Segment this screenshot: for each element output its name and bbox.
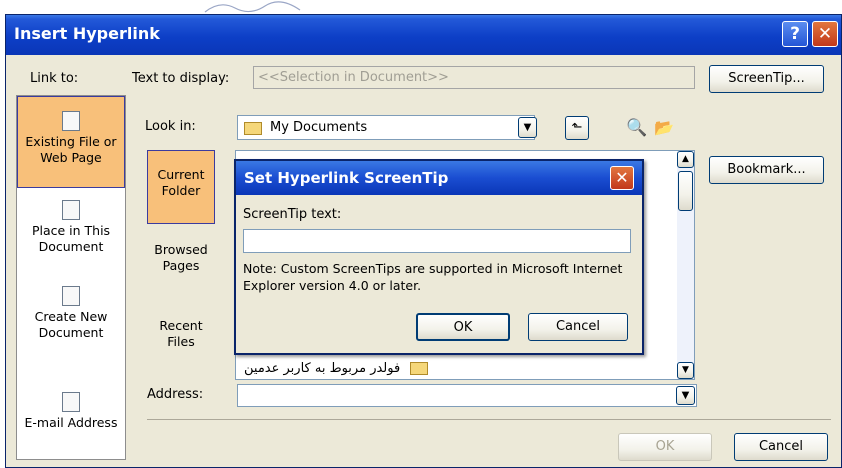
link-to-label: Link to: [30, 71, 79, 86]
chevron-down-icon: ▼ [523, 122, 532, 133]
folder-icon [244, 121, 268, 136]
new-document-icon [62, 286, 80, 306]
close-icon: ✕ [817, 24, 833, 44]
scroll-thumb[interactable] [678, 171, 693, 211]
scroll-down-button[interactable]: ▼ [677, 362, 694, 379]
browse-web-button[interactable]: 🔍 [625, 116, 649, 140]
bookmark-button[interactable]: Bookmark... [709, 156, 824, 184]
look-in-dropdown-button[interactable]: ▼ [518, 117, 537, 138]
help-button[interactable]: ? [782, 21, 808, 47]
screentip-dialog: Set Hyperlink ScreenTip ✕ ScreenTip text… [234, 159, 644, 355]
browse-web-icon: 🔍 [626, 118, 648, 138]
document-globe-icon [62, 111, 80, 131]
cancel-button[interactable]: Cancel [734, 433, 828, 461]
screentip-close-button[interactable]: ✕ [610, 166, 634, 190]
look-in-combo[interactable]: My Documents [237, 115, 535, 140]
link-to-place-label: Place in This Document [31, 223, 111, 254]
list-item[interactable]: فولدر مربوط به کاربر عدمين [244, 361, 664, 379]
list-item-label: فولدر مربوط به کاربر عدمين [244, 361, 401, 376]
browse-recent-files[interactable]: Recent Files [147, 318, 215, 358]
separator [147, 419, 831, 420]
address-dropdown-button[interactable]: ▼ [676, 386, 695, 405]
screentip-field-label: ScreenTip text: [243, 207, 342, 222]
folder-icon [410, 362, 429, 375]
screentip-ok-button[interactable]: OK [416, 313, 510, 341]
close-button[interactable]: ✕ [812, 21, 838, 47]
look-in-value: My Documents [270, 120, 368, 135]
link-to-bar: Existing File or Web Page Place in This … [16, 95, 126, 460]
chevron-down-icon: ▼ [681, 390, 690, 401]
open-folder-icon: 📂 [654, 118, 674, 137]
address-label: Address: [147, 387, 204, 402]
screentip-button[interactable]: ScreenTip... [709, 65, 824, 93]
scroll-up-button[interactable]: ▲ [677, 151, 694, 168]
link-to-create-label: Create New Document [34, 309, 108, 340]
link-to-place-in-document[interactable]: Place in This Document [17, 200, 125, 270]
text-to-display-value: <<Selection in Document>> [258, 70, 449, 85]
browsed-pages-label: Browsed Pages [154, 242, 208, 273]
current-folder-label: Current Folder [157, 167, 205, 198]
file-list-scrollbar[interactable]: ▲ ▼ [677, 151, 694, 379]
look-in-label: Look in: [145, 119, 196, 134]
browse-current-folder[interactable]: Current Folder [147, 150, 215, 224]
text-to-display-field[interactable]: <<Selection in Document>> [253, 66, 695, 89]
close-icon: ✕ [615, 168, 629, 187]
email-icon [62, 392, 80, 412]
browse-bar: Current Folder Browsed Pages Recent File… [147, 150, 215, 350]
link-to-existing-file[interactable]: Existing File or Web Page [17, 96, 125, 188]
scribble-decoration [204, 1, 301, 13]
link-to-existing-label: Existing File or Web Page [25, 134, 117, 165]
document-place-icon [62, 200, 80, 220]
address-field[interactable] [237, 384, 697, 407]
question-icon: ? [790, 24, 800, 44]
browse-browsed-pages[interactable]: Browsed Pages [147, 242, 215, 282]
up-one-folder-button[interactable]: ⬑ [565, 116, 589, 140]
screentip-cancel-button[interactable]: Cancel [528, 313, 628, 341]
screentip-title-bar: Set Hyperlink ScreenTip ✕ [236, 161, 642, 195]
link-to-email[interactable]: E-mail Address [17, 392, 125, 452]
screentip-title: Set Hyperlink ScreenTip [244, 169, 449, 187]
chevron-down-icon: ▼ [682, 365, 689, 375]
ok-button[interactable]: OK [618, 433, 712, 461]
up-folder-icon: ⬑ [571, 120, 583, 135]
screentip-note: Note: Custom ScreenTips are supported in… [243, 261, 623, 293]
insert-hyperlink-dialog: Insert Hyperlink ? ✕ Link to: Text to di… [5, 14, 842, 468]
link-to-email-label: E-mail Address [24, 415, 118, 430]
text-to-display-label: Text to display: [132, 71, 230, 86]
chevron-up-icon: ▲ [682, 154, 689, 164]
browse-file-button[interactable]: 📂 [652, 116, 676, 140]
title-bar: Insert Hyperlink ? ✕ [6, 15, 841, 55]
recent-files-label: Recent Files [159, 318, 203, 349]
screentip-text-field[interactable] [243, 229, 631, 253]
link-to-create-new[interactable]: Create New Document [17, 286, 125, 356]
dialog-title: Insert Hyperlink [14, 24, 160, 43]
